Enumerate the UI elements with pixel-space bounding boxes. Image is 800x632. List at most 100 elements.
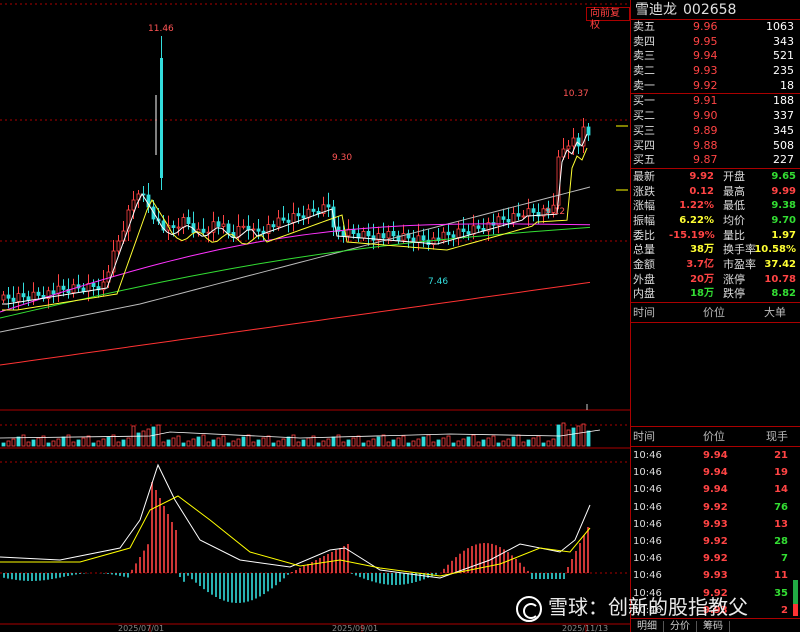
stat-label: 涨幅 [633, 199, 655, 213]
ask-volume: 343 [773, 34, 794, 48]
kline-chart-area[interactable]: 11.46 9.30 10.37 7.46 9.12 2025/07/01 2025/09/… [0, 0, 630, 632]
tick-row[interactable]: 10:46 9.92 28 [631, 533, 800, 550]
tick-row[interactable]: 10:46 9.94 21 [631, 447, 800, 464]
stat-value: 1.97 [771, 229, 796, 241]
volume-bar [281, 438, 286, 447]
ask-price: 9.96 [693, 20, 718, 33]
candle-body [471, 225, 476, 235]
candle-body [171, 225, 176, 228]
volume-bar [576, 425, 581, 447]
volume-bar [581, 423, 586, 447]
volume-bar [471, 434, 476, 447]
candle-body [236, 226, 241, 238]
stat-row: 振幅 6.22% 均价 9.70 [631, 214, 800, 229]
volume-bar [451, 442, 456, 447]
tick-row[interactable]: 10:46 9.93 13 [631, 516, 800, 533]
header-time: 时间 [633, 430, 655, 444]
bid-price: 9.87 [693, 153, 718, 167]
volume-bar [371, 438, 376, 447]
bid-row[interactable]: 买五 9.87 227 [631, 153, 800, 168]
candle-body [91, 282, 96, 287]
volume-bar [431, 441, 436, 447]
stat-value: 38万 [690, 244, 714, 256]
stat-label: 金额 [633, 258, 655, 271]
tab-price-distribution[interactable]: 分价 [664, 621, 697, 632]
candle-body [160, 58, 163, 178]
bid-row[interactable]: 买一 9.91 188 [631, 94, 800, 109]
volume-bar [76, 439, 81, 447]
ask-row[interactable]: 卖五 9.96 1063 [631, 20, 800, 35]
price-annotation: 9.30 [332, 153, 352, 163]
tick-row[interactable]: 10:46 9.93 11 [631, 567, 800, 584]
volume-bar [146, 428, 151, 447]
candle-body [421, 235, 426, 241]
watermark: 雪球：创新的股指教父 [516, 592, 748, 622]
tick-time: 10:46 [633, 536, 662, 547]
tab-detail[interactable]: 明细 [631, 621, 664, 632]
ask-row[interactable]: 卖二 9.93 235 [631, 64, 800, 79]
tick-row[interactable]: 10:46 9.94 19 [631, 464, 800, 481]
volume-bar [96, 440, 101, 447]
volume-bar [346, 439, 351, 447]
volume-bar [571, 427, 576, 447]
ask-row[interactable]: 卖三 9.94 521 [631, 49, 800, 64]
candle-body [371, 235, 376, 241]
tab-chips[interactable]: 筹码 [697, 621, 730, 632]
candle-body [276, 217, 281, 228]
tick-price: 9.92 [703, 501, 728, 513]
volume-bar [351, 437, 356, 447]
volume-bar [201, 434, 206, 447]
candle-body [341, 230, 346, 237]
candle-body [366, 230, 371, 237]
volume-bar [186, 440, 191, 447]
ask-list: 卖五 9.96 1063 卖四 9.95 343 卖三 9.94 521 卖二 9.93 235… [631, 20, 800, 95]
big-order-list[interactable] [631, 323, 800, 428]
volume-bar [446, 435, 451, 447]
bid-row[interactable]: 买二 9.90 337 [631, 109, 800, 124]
candle-body [201, 228, 206, 233]
volume-bar [461, 438, 466, 447]
volume-bar [501, 440, 506, 447]
tick-row[interactable]: 10:46 9.94 14 [631, 481, 800, 498]
volume-bar [511, 436, 516, 447]
candle-body [186, 217, 191, 224]
candle-body [466, 231, 471, 235]
volume-bar [376, 436, 381, 447]
candle-body [391, 230, 396, 237]
ask-price: 9.93 [693, 64, 718, 78]
volume-bar [121, 439, 126, 447]
bid-row[interactable]: 买四 9.88 508 [631, 139, 800, 154]
candle-body [21, 293, 26, 298]
volume-bar [56, 438, 61, 447]
candle-body [226, 223, 231, 233]
stock-code: 002658 [683, 2, 737, 18]
kline-chart[interactable]: 11.46 9.30 10.37 7.46 9.12 2025/07/01 2025/09/… [0, 0, 630, 632]
tick-volume: 19 [774, 467, 788, 479]
tick-header: 时间 价位 现手 [631, 427, 800, 448]
ask-row[interactable]: 卖一 9.92 18 [631, 79, 800, 94]
tick-row[interactable]: 10:46 9.92 76 [631, 499, 800, 516]
stat-label: 委比 [633, 228, 655, 242]
date-axis-label: 2025/09/01 [332, 624, 378, 632]
bid-row[interactable]: 买三 9.89 345 [631, 124, 800, 139]
volume-bar [36, 437, 41, 447]
volume-bar [191, 438, 196, 447]
header-time: 时间 [633, 306, 655, 320]
tick-time: 10:46 [633, 467, 662, 479]
volume-bar [296, 441, 301, 447]
restore-mode-button[interactable]: 向前复权 [586, 7, 630, 31]
volume-strength-bar [793, 580, 798, 616]
tick-time: 10:46 [633, 484, 662, 496]
candle-body [116, 240, 121, 252]
stock-header: 雪迪龙 002658 [631, 0, 800, 20]
tick-row[interactable]: 10:46 9.92 7 [631, 550, 800, 567]
ask-row[interactable]: 卖四 9.95 343 [631, 35, 800, 50]
candle-body [531, 208, 536, 213]
ask-volume: 521 [773, 49, 794, 63]
volume-bar [81, 437, 86, 447]
bid-label: 买五 [633, 153, 655, 167]
volume-bar [306, 437, 311, 447]
volume-bar [196, 436, 201, 447]
candle-body [256, 228, 261, 232]
volume-bar [286, 436, 291, 447]
